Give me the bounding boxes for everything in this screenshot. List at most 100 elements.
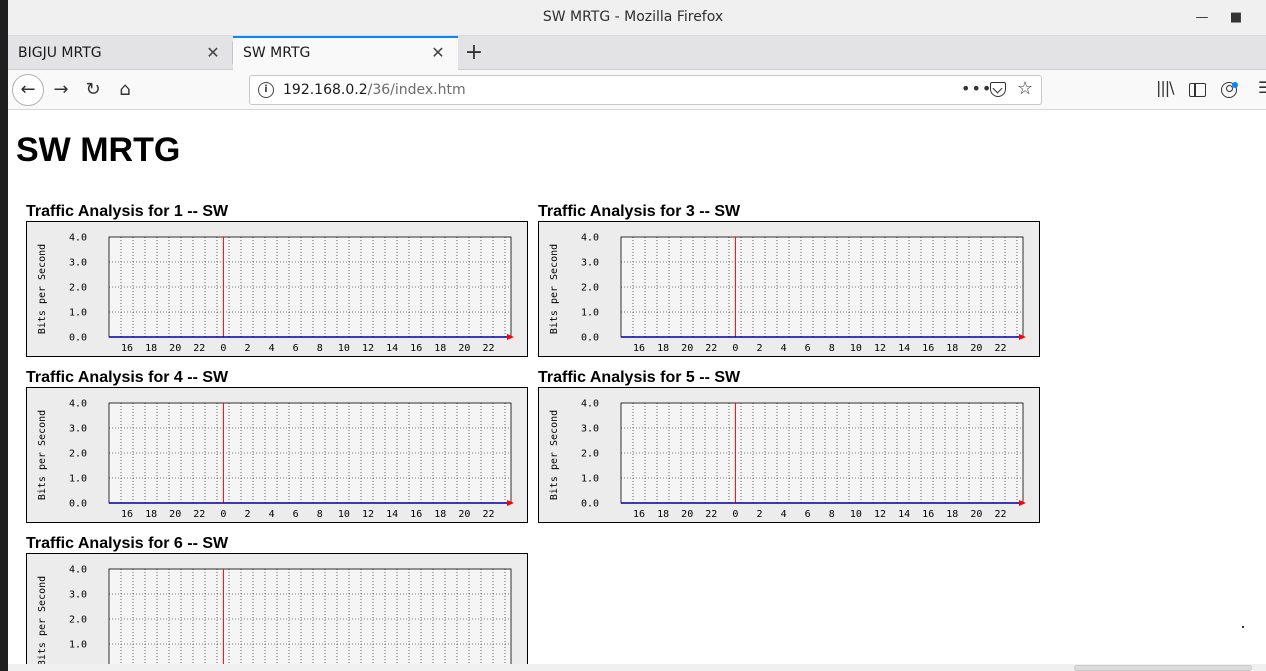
- x-tick-label: 6: [805, 509, 811, 520]
- x-tick-label: 14: [898, 509, 910, 520]
- y-axis-label: Bits per Second: [549, 410, 560, 500]
- x-tick-label: 0: [220, 509, 226, 520]
- x-tick-label: 12: [362, 509, 374, 520]
- graph-image[interactable]: 4.03.02.01.00.01618202202468101214161820…: [26, 387, 528, 523]
- y-tick-label: 4.0: [69, 399, 87, 410]
- close-icon[interactable]: ✕: [204, 43, 222, 62]
- more-icon[interactable]: •••: [961, 79, 992, 98]
- x-tick-label: 18: [434, 509, 446, 520]
- x-tick-label: 8: [829, 509, 835, 520]
- library-icon[interactable]: |||\: [1156, 78, 1175, 97]
- y-axis-label: Bits per Second: [549, 244, 560, 334]
- graph-title: Traffic Analysis for 1 -- SW: [26, 203, 229, 220]
- minimize-icon[interactable]: —: [1192, 8, 1212, 28]
- graph-image[interactable]: 4.03.02.01.00.01618202202468101214161820…: [26, 221, 528, 357]
- y-tick-label: 1.0: [581, 308, 599, 319]
- x-tick-label: 20: [970, 509, 982, 520]
- graph-svg: 4.0 3.0 2.0 1.0 0.0 16 18 20 22 0 2 4 6 8 10 12 14 16 18 20…: [549, 233, 1026, 354]
- y-tick-label: 2.0: [69, 615, 87, 626]
- tab-label: SW MRTG: [243, 45, 311, 61]
- x-tick-label: 10: [850, 343, 862, 354]
- graph-title: Traffic Analysis for 6 -- SW: [26, 535, 229, 552]
- menu-icon[interactable]: ☰: [1258, 78, 1266, 97]
- graph-image[interactable]: 4.03.02.01.00.01618202202468101214161820…: [26, 553, 528, 671]
- x-tick-label: 0: [732, 509, 738, 520]
- star-icon[interactable]: ☆: [1017, 78, 1033, 99]
- x-tick-label: 2: [244, 509, 250, 520]
- navigation-toolbar: ← → ↻ ⌂ i 192.168.0.2/36/index.htm ••• ☆…: [0, 70, 1266, 110]
- y-tick-label: 4.0: [581, 399, 599, 410]
- tab-bar: BIGJU MRTG ✕ SW MRTG ✕ +: [0, 36, 1266, 70]
- x-tick-label: 18: [946, 509, 958, 520]
- y-tick-label: 3.0: [581, 424, 599, 435]
- x-tick-label: 16: [121, 343, 133, 354]
- x-tick-label: 22: [994, 343, 1006, 354]
- url-host: 192.168.0.2: [283, 82, 368, 98]
- stray-dot: [1242, 626, 1244, 628]
- x-tick-label: 12: [874, 343, 886, 354]
- page-content: SW MRTG Traffic Analysis for 1 -- SW 4.0…: [8, 111, 1266, 671]
- x-tick-label: 22: [193, 343, 205, 354]
- x-tick-label: 4: [269, 343, 275, 354]
- x-tick-label: 12: [362, 343, 374, 354]
- reload-icon[interactable]: ↻: [78, 76, 108, 104]
- x-tick-label: 20: [458, 509, 470, 520]
- tab-sw-mrtg[interactable]: SW MRTG ✕: [233, 36, 458, 70]
- y-tick-label: 4.0: [69, 565, 87, 576]
- y-axis-label: Bits per Second: [37, 244, 48, 334]
- pocket-icon[interactable]: [990, 82, 1006, 97]
- y-tick-label: 2.0: [581, 449, 599, 460]
- y-tick-label: 2.0: [581, 283, 599, 294]
- graph-image[interactable]: 4.03.02.01.00.01618202202468101214161820…: [538, 387, 1040, 523]
- x-tick-label: 18: [145, 509, 157, 520]
- y-tick-label: 0.0: [69, 499, 87, 510]
- y-tick-label: 3.0: [69, 258, 87, 269]
- graph-image[interactable]: 4.03.02.01.00.01618202202468101214161820…: [538, 221, 1040, 357]
- close-icon[interactable]: ✕: [429, 43, 447, 62]
- y-tick-label: 0.0: [581, 499, 599, 510]
- x-tick-label: 18: [657, 343, 669, 354]
- x-tick-label: 14: [386, 509, 398, 520]
- x-tick-label: 4: [781, 343, 787, 354]
- x-tick-label: 18: [946, 343, 958, 354]
- plus-icon[interactable]: +: [463, 40, 485, 65]
- x-tick-label: 6: [805, 343, 811, 354]
- graph-panel-1: Traffic Analysis for 1 -- SW 4.0 3.0 2.0 1.…: [26, 203, 528, 357]
- sidebar-icon[interactable]: [1189, 83, 1206, 97]
- x-tick-label: 0: [732, 343, 738, 354]
- x-tick-label: 22: [705, 509, 717, 520]
- y-axis-label: Bits per Second: [37, 410, 48, 500]
- x-tick-label: 16: [922, 343, 934, 354]
- scrollbar-thumb[interactable]: [1074, 665, 1252, 671]
- x-tick-label: 2: [756, 343, 762, 354]
- graph-panel-3: Traffic Analysis for 3 -- SW 4.0 3.0 2.0 1.…: [538, 203, 1040, 357]
- x-tick-label: 8: [829, 343, 835, 354]
- url-text[interactable]: 192.168.0.2/36/index.htm: [283, 82, 466, 98]
- maximize-icon[interactable]: ■: [1226, 8, 1246, 28]
- left-dark-strip: [0, 0, 8, 671]
- x-tick-label: 14: [898, 343, 910, 354]
- info-icon[interactable]: i: [258, 82, 274, 98]
- x-tick-label: 20: [169, 509, 181, 520]
- y-tick-label: 3.0: [69, 424, 87, 435]
- y-tick-label: 3.0: [69, 590, 87, 601]
- x-tick-label: 16: [922, 509, 934, 520]
- arrow-left-icon[interactable]: ←: [12, 74, 44, 106]
- arrow-right-icon[interactable]: →: [46, 76, 76, 104]
- x-tick-label: 16: [633, 343, 645, 354]
- url-path: /36/index.htm: [367, 82, 466, 98]
- window-title: SW MRTG - Mozilla Firefox: [542, 9, 724, 25]
- y-tick-label: 4.0: [69, 233, 87, 244]
- x-tick-label: 22: [482, 343, 494, 354]
- tab-bigju-mrtg[interactable]: BIGJU MRTG ✕: [8, 36, 232, 70]
- x-tick-label: 6: [293, 509, 299, 520]
- y-tick-label: 2.0: [69, 283, 87, 294]
- x-tick-label: 6: [293, 343, 299, 354]
- graph-svg: 4.0 3.0 2.0 1.0 0.0 16 18 20 22 0 2 4 6 8 10 12 14 16 18 20…: [37, 399, 514, 520]
- home-icon[interactable]: ⌂: [110, 76, 140, 104]
- x-tick-label: 10: [338, 343, 350, 354]
- x-tick-label: 4: [269, 509, 275, 520]
- x-tick-label: 16: [410, 343, 422, 354]
- url-bar[interactable]: i 192.168.0.2/36/index.htm ••• ☆: [249, 75, 1042, 105]
- graph-title: Traffic Analysis for 4 -- SW: [26, 369, 229, 386]
